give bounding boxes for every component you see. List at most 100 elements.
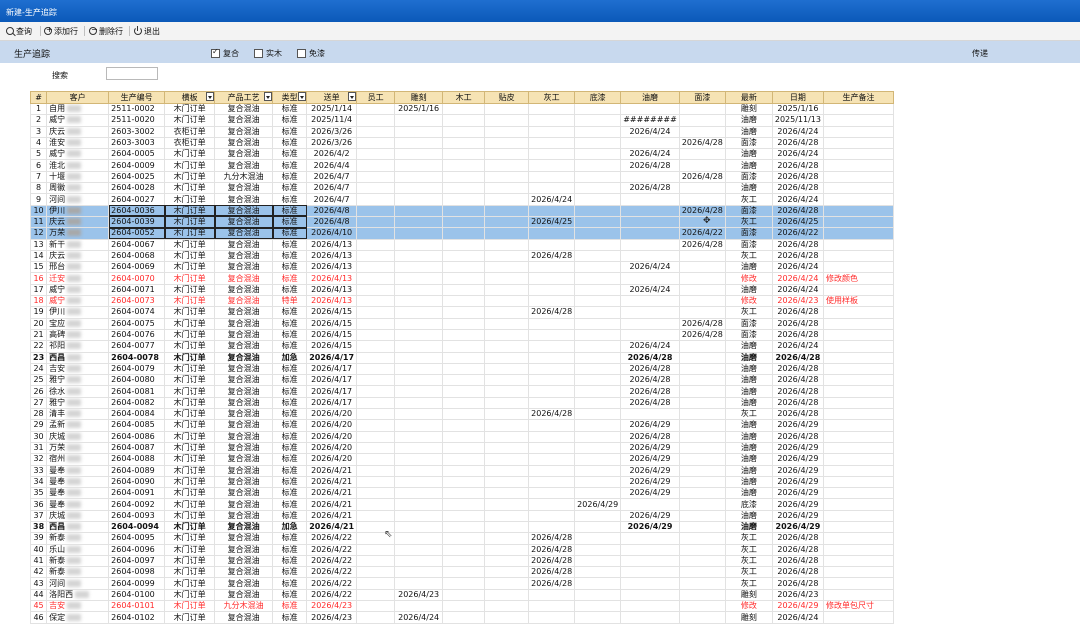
table-cell[interactable] [484, 520, 530, 534]
table-cell[interactable] [394, 261, 444, 274]
table-row[interactable]: 17 威宁 2604-0071 木门订单 复合混油 标准 2026/4/13 2026/4/2… [29, 283, 894, 297]
table-cell[interactable] [356, 136, 396, 150]
table-row[interactable]: 24 吉安 2604-0079 木门订单 复合混油 标准 2026/4/17 2026/4/2… [29, 362, 894, 376]
table-cell[interactable] [442, 588, 486, 602]
table-cell[interactable] [356, 475, 396, 489]
table-cell[interactable]: 2026/4/7 [306, 193, 358, 206]
table-cell[interactable]: 2604-0085 [108, 419, 166, 432]
table-cell[interactable]: 威宁 [46, 283, 110, 297]
table-cell[interactable] [620, 600, 680, 613]
table-cell[interactable] [574, 385, 622, 398]
table-cell[interactable] [574, 159, 622, 172]
table-cell[interactable]: 复合混油 [214, 238, 274, 251]
table-cell[interactable]: 2604-0097 [108, 554, 166, 568]
table-cell[interactable] [574, 487, 622, 500]
table-cell[interactable]: 威宁 [46, 148, 110, 161]
table-cell[interactable] [394, 430, 444, 443]
table-cell[interactable] [822, 374, 894, 387]
table-cell[interactable]: 2026/4/29 [620, 487, 680, 500]
table-cell[interactable]: 面漆 [724, 238, 773, 251]
table-cell[interactable]: 面漆 [724, 317, 773, 330]
table-cell[interactable]: 木门订单 [164, 328, 216, 342]
table-cell[interactable]: 2026/4/24 [771, 611, 824, 624]
table-cell[interactable] [678, 520, 726, 534]
table-cell[interactable] [356, 464, 396, 477]
table-cell[interactable]: 2604-0082 [108, 396, 166, 410]
column-header[interactable]: # [29, 91, 48, 104]
table-cell[interactable] [678, 600, 726, 613]
table-cell[interactable] [574, 554, 622, 568]
table-cell[interactable]: 28 [29, 408, 48, 421]
table-cell[interactable]: 雕刻 [724, 588, 773, 602]
table-cell[interactable]: 2026/4/29 [771, 441, 824, 455]
table-cell[interactable]: 木门订单 [164, 182, 216, 195]
table-cell[interactable] [484, 136, 530, 150]
table-cell[interactable] [574, 543, 622, 556]
table-cell[interactable] [574, 509, 622, 522]
table-cell[interactable] [678, 102, 726, 116]
table-cell[interactable]: 2026/4/15 [306, 340, 358, 353]
table-cell[interactable] [442, 204, 486, 217]
table-cell[interactable]: 2604-0009 [108, 159, 166, 172]
table-cell[interactable] [678, 396, 726, 410]
table-cell[interactable]: 2026/4/28 [771, 385, 824, 398]
table-cell[interactable]: 木门订单 [164, 272, 216, 285]
table-cell[interactable] [528, 102, 576, 116]
table-cell[interactable]: 2604-0101 [108, 600, 166, 613]
table-cell[interactable] [442, 114, 486, 127]
table-cell[interactable]: 徐水 [46, 385, 110, 398]
table-cell[interactable]: 2026/4/28 [678, 317, 726, 330]
table-cell[interactable] [484, 272, 530, 285]
search-input[interactable] [106, 67, 158, 80]
table-cell[interactable] [574, 408, 622, 421]
table-cell[interactable] [574, 261, 622, 274]
table-cell[interactable]: 标准 [272, 453, 308, 466]
table-cell[interactable]: 2604-0096 [108, 543, 166, 556]
table-cell[interactable]: 19 [29, 306, 48, 319]
table-row[interactable]: 33 曼奉 2604-0089 木门订单 复合混油 标准 2026/4/21 2026/4/2… [29, 464, 894, 477]
table-cell[interactable]: 2026/4/28 [528, 554, 576, 568]
table-cell[interactable]: 木门订单 [164, 170, 216, 184]
table-cell[interactable]: 雕刻 [724, 102, 773, 116]
table-cell[interactable]: 2026/4/15 [306, 317, 358, 330]
table-cell[interactable] [528, 374, 576, 387]
table-cell[interactable] [574, 351, 622, 364]
table-cell[interactable] [822, 159, 894, 172]
table-cell[interactable] [574, 317, 622, 330]
table-cell[interactable] [528, 588, 576, 602]
table-cell[interactable]: 油磨 [724, 351, 773, 364]
table-cell[interactable] [528, 340, 576, 353]
table-cell[interactable]: 15 [29, 261, 48, 274]
table-cell[interactable] [356, 362, 396, 376]
table-cell[interactable] [394, 396, 444, 410]
table-cell[interactable]: 复合混油 [214, 148, 274, 161]
table-cell[interactable]: 宝应 [46, 317, 110, 330]
table-cell[interactable]: 标准 [272, 554, 308, 568]
table-cell[interactable] [442, 554, 486, 568]
table-cell[interactable]: 2025/11/4 [306, 114, 358, 127]
table-cell[interactable] [356, 509, 396, 522]
table-cell[interactable] [822, 261, 894, 274]
table-cell[interactable] [574, 283, 622, 297]
table-cell[interactable] [394, 351, 444, 364]
table-cell[interactable] [822, 170, 894, 184]
table-cell[interactable] [678, 385, 726, 398]
table-cell[interactable]: 清丰 [46, 408, 110, 421]
table-cell[interactable] [822, 306, 894, 319]
table-cell[interactable] [574, 374, 622, 387]
table-cell[interactable]: 木门订单 [164, 600, 216, 613]
table-cell[interactable] [574, 306, 622, 319]
table-cell[interactable]: 2026/4/15 [306, 328, 358, 342]
table-cell[interactable]: 油磨 [724, 487, 773, 500]
table-cell[interactable]: 标准 [272, 148, 308, 161]
table-row[interactable]: 31 万荣 2604-0087 木门订单 复合混油 标准 2026/4/20 2026/4/2… [29, 441, 894, 455]
table-cell[interactable] [678, 453, 726, 466]
table-cell[interactable] [484, 611, 530, 624]
table-cell[interactable] [484, 554, 530, 568]
table-cell[interactable] [678, 193, 726, 206]
table-cell[interactable]: 9 [29, 193, 48, 206]
table-cell[interactable]: 复合混油 [214, 227, 274, 240]
table-cell[interactable]: 2026/4/28 [528, 249, 576, 263]
table-cell[interactable]: 灰工 [724, 193, 773, 206]
table-cell[interactable]: 木门订单 [164, 340, 216, 353]
